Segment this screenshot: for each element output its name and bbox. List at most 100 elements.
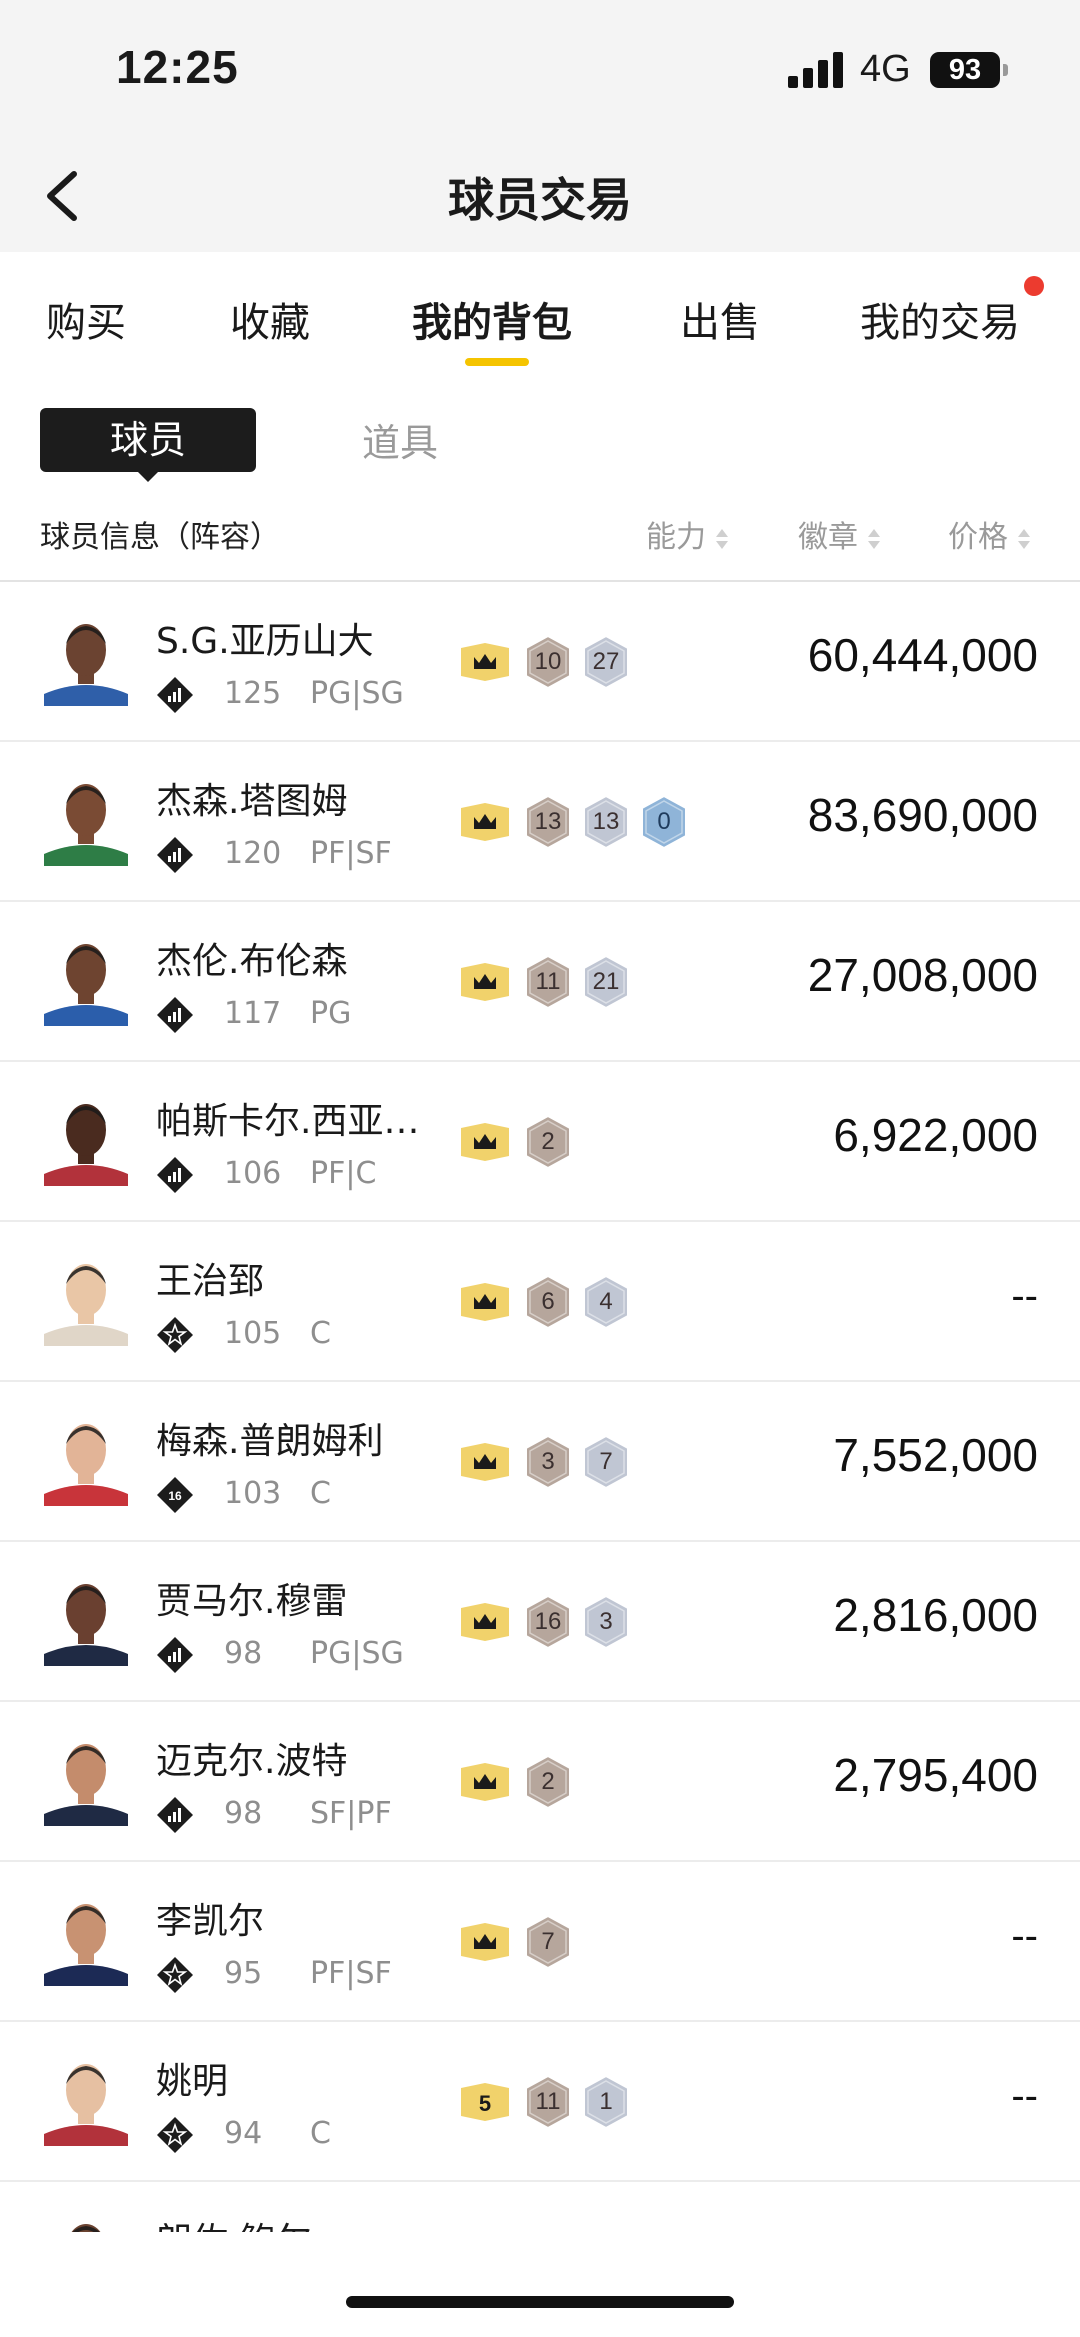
player-overall: 120 [224, 836, 282, 871]
player-row[interactable]: 杰森.塔图姆 120 PF|SF 13 13 0 83,690,000 [0, 742, 1080, 902]
ability-crown-icon [461, 963, 509, 1001]
subtab-players[interactable]: 球员 [40, 408, 256, 472]
player-overall: 117 [224, 996, 282, 1031]
player-name: 贾马尔.穆雷 [156, 1581, 348, 1622]
tab-buy[interactable]: 购买 [46, 290, 126, 348]
badge-count: 1 [599, 2088, 613, 2115]
badge-count: 13 [534, 808, 562, 835]
player-row[interactable]: 贾马尔.穆雷 98 PG|SG 16 3 2,816,000 [0, 1542, 1080, 1702]
badge-hex-silver: 13 [580, 794, 632, 850]
badge-count: 0 [657, 808, 671, 835]
svg-text:5: 5 [479, 2091, 491, 2116]
tab-sell[interactable]: 出售 [680, 290, 760, 348]
network-type: 4G [860, 48, 911, 90]
badge-hex-silver: 27 [580, 634, 632, 690]
player-tier-icon [157, 837, 193, 873]
badge-count: 6 [541, 1288, 555, 1315]
player-tier-icon [157, 1637, 193, 1673]
badge-hex-bronze: 10 [522, 634, 574, 690]
player-position: PG|SG [310, 676, 404, 711]
battery-icon: 93 [930, 52, 1010, 88]
badge-count: 11 [535, 2088, 561, 2115]
badge-count: 27 [592, 648, 620, 675]
player-avatar [44, 624, 128, 706]
tab-my-trades[interactable]: 我的交易 [860, 290, 1020, 348]
sort-price[interactable]: 价格 [948, 512, 1032, 556]
sort-ability[interactable]: 能力 [646, 512, 730, 556]
player-tier-icon [157, 997, 193, 1033]
player-name: S.G.亚历山大 [156, 621, 374, 662]
player-overall: 95 [224, 1956, 263, 1991]
player-price: 2,795,400 [833, 1749, 1038, 1801]
player-position: PF|SF [310, 1956, 392, 1991]
ability-crown-icon [461, 803, 509, 841]
player-list: S.G.亚历山大 125 PG|SG 10 27 60,444,000 杰森.塔图姆 120 P… [0, 582, 1080, 2232]
player-avatar [44, 1264, 128, 1346]
subtab-items[interactable]: 道具 [362, 412, 438, 467]
ability-crown-icon [461, 1283, 509, 1321]
badge-hex-bronze: 11 [522, 2074, 574, 2130]
svg-text:16: 16 [168, 1489, 182, 1503]
sort-arrows-icon [716, 528, 728, 549]
player-name: 迈克尔.波特 [156, 1741, 348, 1782]
badge-count: 13 [592, 808, 620, 835]
tab-bar: 购买 收藏 我的背包 出售 我的交易 [0, 252, 1080, 380]
active-tab-indicator [465, 358, 529, 366]
player-overall: 125 [224, 676, 282, 711]
badge-hex-bronze: 2 [522, 1114, 574, 1170]
badge-count: 16 [534, 1608, 562, 1635]
player-name: 杰伦.布伦森 [156, 941, 348, 982]
player-tier-icon [157, 1957, 193, 1993]
home-indicator[interactable] [346, 2296, 734, 2308]
tab-my-backpack[interactable]: 我的背包 [412, 290, 572, 348]
player-tier-icon [157, 677, 193, 713]
tab-favorites[interactable]: 收藏 [230, 290, 310, 348]
player-row[interactable]: 帕斯卡尔.西亚卡姆 106 PF|C 2 6,922,000 [0, 1062, 1080, 1222]
player-row[interactable]: 杰伦.布伦森 117 PG 11 21 27,008,000 [0, 902, 1080, 1062]
badge-count: 7 [541, 1928, 555, 1955]
ability-level-badge: 5 [461, 2083, 509, 2121]
player-row[interactable]: S.G.亚历山大 125 PG|SG 10 27 60,444,000 [0, 582, 1080, 742]
player-overall: 105 [224, 1316, 282, 1351]
player-avatar [44, 1424, 128, 1506]
player-avatar [44, 944, 128, 1026]
player-price: 2,816,000 [833, 1589, 1038, 1641]
player-overall: 94 [224, 2116, 263, 2151]
sort-arrows-icon [1018, 528, 1030, 549]
player-name: 梅森.普朗姆利 [156, 1421, 384, 1462]
player-row[interactable]: 李凯尔 95 PF|SF 7 -- [0, 1862, 1080, 2022]
player-price: 27,008,000 [807, 949, 1038, 1001]
badge-hex-silver: 1 [580, 2074, 632, 2130]
player-overall: 103 [224, 1476, 282, 1511]
player-row[interactable]: 梅森.普朗姆利 16 103 C 3 7 7,552,000 [0, 1382, 1080, 1542]
player-tier-icon [157, 1317, 193, 1353]
player-row[interactable]: 朗佐.鲍尔 [0, 2182, 1080, 2232]
badge-count: 3 [599, 1608, 613, 1635]
badge-hex-bronze: 3 [522, 1434, 574, 1490]
player-row[interactable]: 王治郅 105 C 6 4 -- [0, 1222, 1080, 1382]
badge-count: 7 [599, 1448, 613, 1475]
sort-badge[interactable]: 徽章 [798, 512, 882, 556]
badge-hex-bronze: 16 [522, 1594, 574, 1650]
badge-hex-blue: 0 [638, 794, 690, 850]
ability-crown-icon [461, 643, 509, 681]
player-price: 6,922,000 [833, 1109, 1038, 1161]
badge-count: 2 [541, 1128, 555, 1155]
player-name: 姚明 [156, 2061, 229, 2102]
status-bar: 12:25 4G 93 [0, 0, 1080, 140]
player-position: C [310, 1316, 331, 1351]
player-position: PG [310, 996, 352, 1031]
player-name: 帕斯卡尔.西亚卡姆 [156, 1101, 442, 1142]
player-price: -- [1011, 1274, 1038, 1318]
player-row[interactable]: 姚明 94 C 5 11 1 -- [0, 2022, 1080, 2182]
player-price: -- [1011, 1914, 1038, 1958]
player-row[interactable]: 迈克尔.波特 98 SF|PF 2 2,795,400 [0, 1702, 1080, 1862]
player-name: 王治郅 [156, 1261, 265, 1302]
badge-count: 3 [541, 1448, 555, 1475]
status-time: 12:25 [116, 41, 239, 93]
nav-bar: 球员交易 [0, 140, 1080, 252]
player-overall: 98 [224, 1796, 263, 1831]
player-tier-icon [157, 1797, 193, 1833]
badge-count: 4 [599, 1288, 613, 1315]
player-position: SF|PF [310, 1796, 392, 1831]
